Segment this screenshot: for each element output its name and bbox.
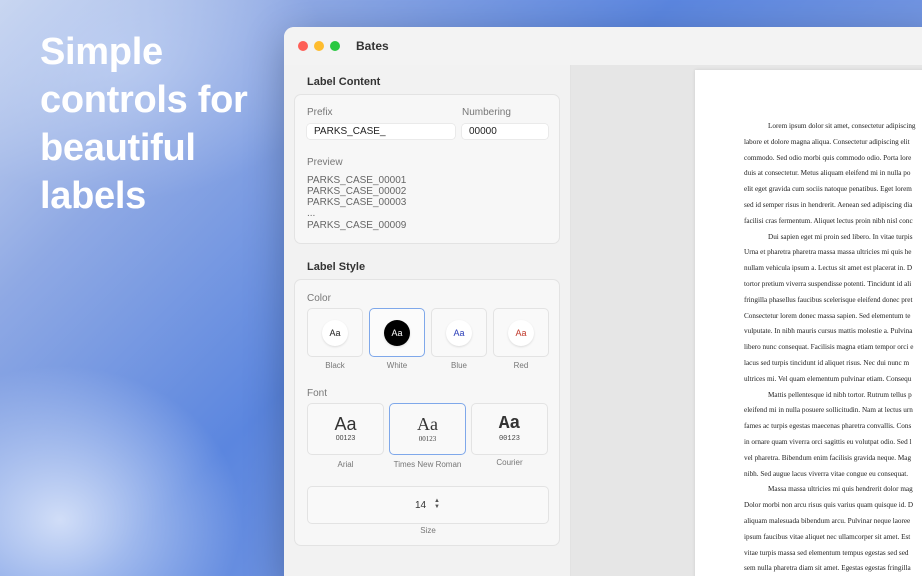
- color-swatch-white[interactable]: Aa: [369, 308, 425, 357]
- label-content-title: Label Content: [307, 76, 381, 88]
- label-style-title: Label Style: [307, 261, 366, 273]
- document-line: eleifend mi in nulla posuere sollicitudi…: [744, 406, 913, 415]
- label-content-group: Prefix PARKS_CASE_ Numbering 00000 Previ…: [294, 94, 560, 244]
- prefix-input[interactable]: PARKS_CASE_: [307, 124, 455, 139]
- preview-line: PARKS_CASE_00003: [307, 197, 407, 208]
- title-bar: Bates: [284, 27, 922, 65]
- color-label-red: Red: [513, 361, 529, 370]
- preview-line: PARKS_CASE_00001: [307, 175, 407, 186]
- document-line: labore et dolore magna aliqua. Consectet…: [744, 137, 910, 146]
- document-line: Massa massa ultricies mi quis hendrerit …: [768, 485, 913, 494]
- document-line: vel pharetra. Bibendum enim facilisis gr…: [744, 453, 912, 462]
- preview-line: ...: [307, 208, 316, 219]
- color-label-blue: Blue: [450, 361, 467, 370]
- document-line: Dolor morbi non arcu risus quis varius q…: [744, 501, 914, 510]
- font-number: 00123: [418, 435, 437, 443]
- font-sample: Aa: [334, 414, 357, 434]
- app-window: Bates Label Content Prefix PARKS_CASE_ N…: [284, 27, 922, 576]
- document-line: lacus sed turpis tincidunt id aliquet ri…: [744, 358, 910, 367]
- document-line: duis at consectetur. Metus aliquam eleif…: [744, 169, 911, 178]
- document-preview-area[interactable]: Lorem ipsum dolor sit amet, consectetur …: [571, 65, 922, 576]
- color-swatch-black[interactable]: Aa: [307, 308, 363, 357]
- document-line: vitae turpis massa sed elementum tempus …: [744, 548, 909, 557]
- document-line: vulputate. In nibh mauris cursus mattis …: [744, 327, 913, 336]
- font-number: 00123: [335, 435, 356, 442]
- document-text: Lorem ipsum dolor sit amet, consectetur …: [744, 119, 922, 576]
- document-line: nullam vehicula ipsum a. Lectus sit amet…: [744, 264, 913, 273]
- color-swatch-red[interactable]: Aa: [493, 308, 549, 357]
- font-sample: Aa: [498, 414, 521, 434]
- stepper-down-icon[interactable]: ▼: [434, 504, 440, 510]
- hero-line: Simple: [40, 31, 163, 73]
- document-line: Dui sapien eget mi proin sed libero. In …: [768, 232, 913, 241]
- color-swatch-blue[interactable]: Aa: [431, 308, 487, 357]
- font-sample: Aa: [417, 414, 438, 434]
- font-name-courier: Courier: [496, 458, 523, 467]
- color-label: Color: [307, 293, 331, 304]
- window-title: Bates: [356, 39, 389, 53]
- document-line: tortor pretium viverra suspendisse poten…: [744, 279, 912, 288]
- document-line: aliquam malesuada bibendum arcu. Pulvina…: [744, 516, 911, 525]
- document-line: nibh. Sed augue lacus viverra vitae cong…: [744, 469, 909, 478]
- label-style-group: Color Aa Black Aa White Aa Blue Aa Red F…: [294, 279, 560, 546]
- font-number: 00123: [498, 435, 520, 443]
- document-line: ultrices mi. Vel quam elementum pulvinar…: [744, 374, 912, 383]
- preview-label: Preview: [307, 157, 343, 168]
- size-value: 14: [415, 500, 427, 511]
- size-label: Size: [420, 526, 436, 535]
- document-page: Lorem ipsum dolor sit amet, consectetur …: [695, 70, 922, 576]
- prefix-label: Prefix: [307, 107, 333, 118]
- hero-line: labels: [40, 175, 146, 217]
- document-line: commodo. Sed odio morbi quis commodo odi…: [744, 153, 912, 162]
- font-name-arial: Arial: [337, 460, 354, 469]
- document-line: fringilla phasellus faucibus scelerisque…: [744, 295, 913, 304]
- document-line: facilisi cras fermentum. Aliquet lectus …: [744, 216, 913, 225]
- numbering-label: Numbering: [462, 107, 511, 118]
- color-sample: Aa: [508, 319, 534, 346]
- numbering-input[interactable]: 00000: [462, 124, 548, 139]
- document-line: ipsum faucibus vitae aliquet nec ullamco…: [744, 532, 911, 541]
- document-line: Consectetur lorem donec massa sapien. Se…: [744, 311, 911, 320]
- hero-line: beautiful: [40, 127, 196, 169]
- close-window-button[interactable]: [298, 41, 308, 51]
- document-line: in ornare quam viverra orci sagittis eu …: [744, 437, 912, 446]
- font-option-times[interactable]: Aa 00123: [389, 403, 466, 455]
- document-line: libero nunc consequat. Facilisis magna e…: [744, 343, 914, 352]
- hero-headline: Simple controls for beautiful labels: [40, 28, 280, 220]
- hero-line: controls for: [40, 79, 248, 121]
- color-label-white: White: [386, 361, 408, 370]
- document-line: fames ac turpis egestas maecenas pharetr…: [744, 422, 912, 431]
- document-line: elit eget gravida cum sociis natoque pen…: [744, 185, 912, 194]
- font-option-courier[interactable]: Aa 00123: [471, 403, 548, 455]
- zoom-window-button[interactable]: [330, 41, 340, 51]
- document-line: Lorem ipsum dolor sit amet, consectetur …: [768, 122, 916, 130]
- color-sample: Aa: [384, 319, 410, 346]
- preview-line: PARKS_CASE_00009: [307, 220, 407, 231]
- stepper-arrows-icon[interactable]: ▲ ▼: [434, 498, 440, 510]
- size-stepper[interactable]: 14 ▲ ▼: [307, 486, 549, 524]
- font-label: Font: [307, 388, 328, 399]
- color-sample: Aa: [322, 319, 348, 346]
- document-line: sem nulla pharetra diam sit amet. Egesta…: [744, 564, 911, 573]
- settings-sidebar: Label Content Prefix PARKS_CASE_ Numberi…: [284, 65, 571, 576]
- font-name-times: Times New Roman: [393, 460, 462, 469]
- font-option-arial[interactable]: Aa 00123: [307, 403, 384, 455]
- document-line: sed id semper risus in hendrerit. Aenean…: [744, 200, 913, 209]
- minimize-window-button[interactable]: [314, 41, 324, 51]
- color-sample: Aa: [446, 319, 472, 346]
- preview-line: PARKS_CASE_00002: [307, 186, 407, 197]
- document-line: Urna et pharetra pharetra massa massa ul…: [744, 248, 912, 257]
- color-label-black: Black: [325, 361, 345, 370]
- document-line: Mattis pellentesque id nibh tortor. Rutr…: [768, 390, 912, 399]
